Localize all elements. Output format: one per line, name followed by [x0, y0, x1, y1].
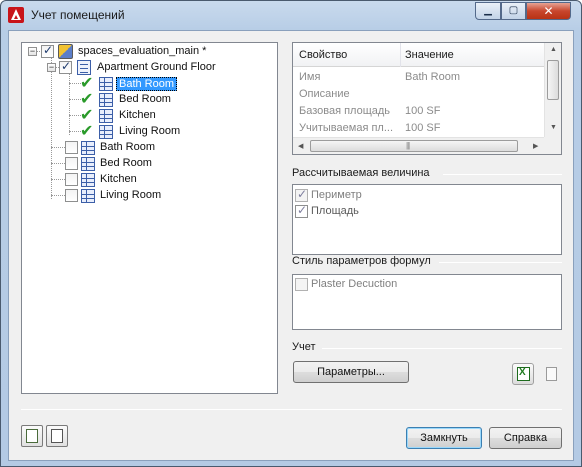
dialog-window: Учет помещений ▁ ▢ ✕ − ✓ spaces_evaluati… [0, 0, 582, 467]
included-check-icon: ✔ [80, 91, 94, 108]
section-divider [439, 262, 562, 263]
title-bar[interactable]: Учет помещений ▁ ▢ ✕ [1, 1, 581, 31]
help-button[interactable]: Справка [489, 427, 562, 449]
column-header-property[interactable]: Свойство [299, 49, 347, 61]
scrollbar-corner [544, 137, 561, 154]
open-file-button[interactable] [46, 425, 68, 447]
list-item-label: Площадь [311, 205, 359, 217]
property-name: Описание [299, 88, 350, 100]
section-divider [322, 348, 562, 349]
room-checkbox[interactable] [65, 189, 78, 202]
close-dialog-button[interactable]: Замкнуть [406, 427, 482, 449]
window-title: Учет помещений [31, 8, 125, 22]
calculated-value-list[interactable]: ✓ Периметр ✓ Площадь [292, 184, 562, 255]
scroll-up-arrow-icon[interactable]: ▲ [550, 46, 557, 53]
list-item-label: Plaster Decuction [311, 278, 398, 290]
scroll-right-arrow-icon[interactable]: ▶ [533, 142, 538, 150]
tree-root-label[interactable]: spaces_evaluation_main * [78, 45, 206, 57]
tree-connector [51, 57, 52, 199]
plaster-deduction-checkbox[interactable] [295, 278, 308, 291]
excel-export-icon [517, 367, 530, 381]
room-checkbox[interactable] [65, 173, 78, 186]
tree-root-checkbox[interactable]: ✓ [41, 43, 54, 58]
scroll-down-arrow-icon[interactable]: ▼ [550, 124, 557, 131]
autocad-app-icon[interactable] [8, 7, 24, 23]
open-document-icon [51, 429, 63, 443]
property-value[interactable]: Bath Room [405, 71, 460, 83]
room-icon [99, 109, 113, 123]
document-button[interactable] [540, 363, 562, 385]
room-checkbox[interactable] [65, 157, 78, 170]
property-name: Базовая площадь [299, 105, 391, 117]
tree-connector [51, 163, 65, 164]
tree-connector [51, 147, 65, 148]
formula-style-list[interactable]: Plaster Decuction [292, 274, 562, 330]
property-grid-header: Свойство Значение [293, 43, 544, 67]
floor-checkbox[interactable]: ✓ [59, 59, 72, 74]
export-excel-button[interactable] [512, 363, 534, 385]
room-icon [99, 125, 113, 139]
included-check-icon: ✔ [80, 107, 94, 124]
room-checkbox[interactable] [65, 141, 78, 154]
tree-room-item[interactable]: Bed Room [100, 157, 152, 169]
room-icon [81, 157, 95, 171]
tree-collapse-toggle[interactable]: − [28, 47, 37, 56]
grip-icon: ||| [406, 141, 410, 150]
minimize-button[interactable]: ▁ [475, 2, 501, 20]
formula-style-label: Стиль параметров формул [292, 255, 431, 267]
footer-divider [21, 409, 562, 410]
perimeter-checkbox[interactable]: ✓ [295, 187, 308, 202]
column-header-value[interactable]: Значение [405, 49, 454, 61]
horizontal-scrollbar[interactable]: ◀ ||| ▶ [293, 137, 544, 154]
scrollbar-thumb[interactable] [547, 60, 559, 100]
property-name: Учитываемая пл... [299, 122, 393, 134]
scroll-left-arrow-icon[interactable]: ◀ [298, 142, 303, 150]
close-button[interactable]: ✕ [526, 2, 571, 20]
space-tree[interactable]: − ✓ spaces_evaluation_main * − ✓ Apartme… [21, 42, 278, 394]
database-icon [58, 44, 73, 59]
tree-room-item[interactable]: Living Room [119, 125, 180, 137]
property-name: Имя [299, 71, 321, 83]
floor-icon [77, 60, 91, 75]
room-icon [81, 141, 95, 155]
tree-room-item[interactable]: Bath Room [116, 77, 178, 91]
property-grid[interactable]: Свойство Значение Имя Bath Room Описание… [292, 42, 562, 155]
room-icon [81, 189, 95, 203]
tree-connector [51, 179, 65, 180]
parameters-button[interactable]: Параметры... [293, 361, 409, 383]
property-value[interactable]: 100 SF [405, 105, 440, 117]
export-report-button[interactable] [21, 425, 43, 447]
tree-room-item[interactable]: Bath Room [100, 141, 155, 153]
room-icon [81, 173, 95, 187]
column-divider[interactable] [400, 43, 401, 67]
tree-room-item[interactable]: Kitchen [119, 109, 156, 121]
calculated-value-label: Рассчитываемая величина [292, 167, 430, 179]
included-check-icon: ✔ [80, 123, 94, 140]
tree-room-item[interactable]: Bed Room [119, 93, 171, 105]
section-divider [443, 174, 562, 175]
accounting-label: Учет [292, 341, 316, 353]
property-value[interactable]: 100 SF [405, 122, 440, 134]
area-checkbox[interactable]: ✓ [295, 203, 308, 218]
report-export-icon [26, 429, 38, 443]
vertical-scrollbar[interactable]: ▲ ▼ [544, 43, 561, 137]
room-icon [99, 77, 113, 91]
included-check-icon: ✔ [80, 75, 94, 92]
list-item-label: Периметр [311, 189, 362, 201]
dialog-client-area: − ✓ spaces_evaluation_main * − ✓ Apartme… [8, 30, 574, 461]
room-icon [99, 93, 113, 107]
tree-room-item[interactable]: Kitchen [100, 173, 137, 185]
tree-room-item[interactable]: Living Room [100, 189, 161, 201]
scrollbar-thumb[interactable]: ||| [310, 140, 518, 152]
floor-label[interactable]: Apartment Ground Floor [97, 61, 216, 73]
document-icon [546, 367, 557, 381]
tree-connector [51, 195, 65, 196]
tree-collapse-toggle[interactable]: − [47, 63, 56, 72]
maximize-button[interactable]: ▢ [501, 2, 526, 20]
